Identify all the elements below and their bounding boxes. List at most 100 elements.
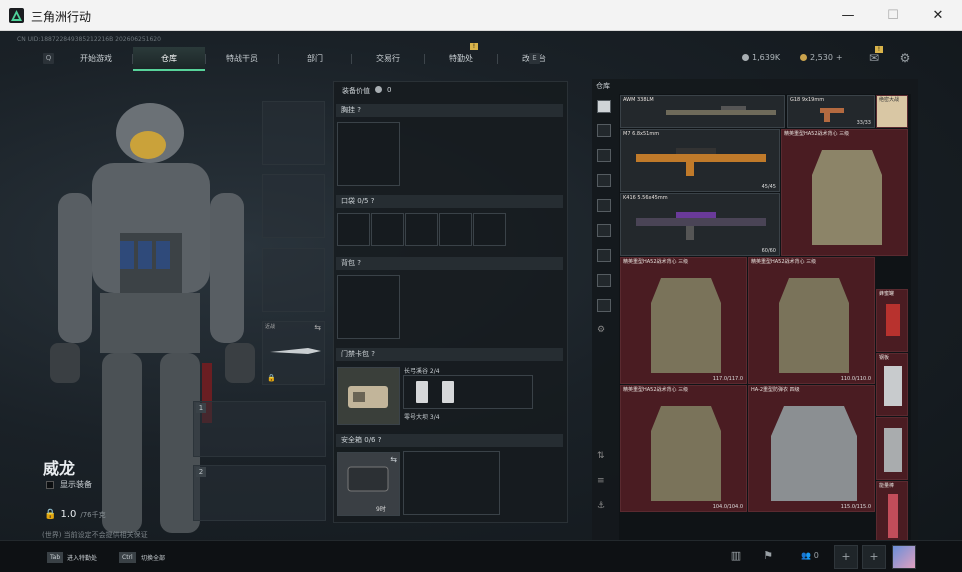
weight-display: 🔒 1.0 /76千克	[44, 509, 106, 520]
add-party-button[interactable]: +	[834, 545, 858, 569]
show-equipment-toggle[interactable]: 显示装备	[46, 479, 92, 490]
safe-box-grid[interactable]	[403, 451, 500, 515]
storage-tab-icon[interactable]	[597, 249, 611, 262]
pocket-cell[interactable]	[337, 213, 370, 246]
item-top-secret[interactable]: 绝密大战	[876, 95, 908, 128]
storage-tab-all-icon[interactable]	[597, 100, 611, 113]
item-name: 绝密大战	[879, 97, 900, 103]
keycard-item[interactable]	[442, 381, 454, 403]
help-icon[interactable]: ?	[357, 259, 361, 267]
item-name: 蜂蜜罐	[879, 291, 895, 297]
item-honey[interactable]: 蜂蜜罐	[876, 289, 908, 352]
backpack-slot[interactable]	[337, 275, 400, 339]
pocket-cell[interactable]	[405, 213, 438, 246]
storage-tab-icon[interactable]	[597, 299, 611, 312]
add-currency-button[interactable]: +	[836, 53, 843, 62]
item-plate[interactable]: 钢板	[876, 353, 908, 416]
gold-currency[interactable]: 2,530 +	[800, 53, 843, 62]
lock-icon: 🔒	[267, 374, 276, 382]
tab-start-game[interactable]: 开始游戏	[60, 47, 132, 71]
armor-slot[interactable]	[262, 174, 325, 238]
item-energy[interactable]: 能量棒	[876, 481, 908, 544]
backpack-header: 背包 ?	[336, 257, 563, 270]
settings-icon[interactable]: ⚙	[897, 50, 913, 66]
avatar[interactable]	[892, 545, 916, 569]
help-icon[interactable]: ?	[378, 436, 382, 444]
pocket-cell[interactable]	[439, 213, 472, 246]
item-m7[interactable]: M7 6.8x51mm 45/45	[620, 129, 780, 192]
notification-badge: !	[470, 43, 478, 50]
layers-icon[interactable]: ≡	[597, 476, 611, 489]
party-count-value: 0	[813, 551, 819, 560]
nav-right-key[interactable]: E	[529, 53, 540, 64]
storage-tab-icon[interactable]	[597, 124, 611, 137]
item-armor-ha52[interactable]: 精英重型HA52战术背心 三级 110.0/110.0	[748, 257, 875, 384]
item-armor-ha52[interactable]: 精英重型HA52战术背心 三级 104.0/104.0	[620, 385, 747, 512]
pocket-cell[interactable]	[473, 213, 506, 246]
help-icon[interactable]: ?	[357, 106, 361, 114]
storage-tab-icon[interactable]	[597, 224, 611, 237]
nav-left-key[interactable]: Q	[43, 53, 54, 64]
toggle-all[interactable]: 切换全部	[141, 553, 165, 562]
value-coin-icon	[375, 86, 382, 93]
party-icon: 👥	[801, 551, 812, 560]
pocket-cell[interactable]	[371, 213, 404, 246]
tab-department[interactable]: 部门	[279, 47, 351, 71]
tab-operators[interactable]: 特战干员	[206, 47, 278, 71]
bar-icon	[884, 428, 902, 472]
tab-trading[interactable]: 交易行	[352, 47, 424, 71]
weight-max: /76千克	[80, 510, 106, 519]
enter-special-ops[interactable]: 进入特勤处	[67, 553, 97, 562]
safe-box-slot[interactable]: ⇆ 9时	[337, 452, 400, 516]
keycard-label: 门禁卡包	[341, 350, 369, 358]
anchor-icon[interactable]: ⚓	[597, 501, 611, 514]
close-button[interactable]: ✕	[915, 0, 961, 31]
tab-warehouse[interactable]: 仓库	[133, 47, 205, 71]
sort-icon[interactable]: ⇅	[597, 451, 611, 464]
item-bar[interactable]	[876, 417, 908, 480]
item-k416[interactable]: K416 5.56x45mm 60/60	[620, 193, 780, 256]
keycard-case-slot[interactable]	[337, 367, 400, 425]
party-count[interactable]: 👥 0	[792, 545, 828, 569]
stats-icon[interactable]: ▥	[724, 545, 748, 569]
energy-icon	[888, 494, 898, 538]
storage-settings-icon[interactable]: ⚙	[597, 325, 611, 338]
mail-icon[interactable]: ✉ !	[866, 46, 883, 66]
help-icon[interactable]: ?	[371, 197, 375, 205]
item-awm[interactable]: AWM 338LM	[620, 95, 785, 128]
storage-tab-icon[interactable]	[597, 199, 611, 212]
item-armor-ha52[interactable]: 精英重型HA52战术背心 三级	[781, 129, 908, 256]
show-equipment-checkbox[interactable]	[46, 480, 54, 489]
keycard-map2: 零号大坝 3/4	[404, 414, 440, 421]
helmet-slot[interactable]	[262, 101, 325, 165]
storage-tab-icon[interactable]	[597, 174, 611, 187]
pistol-slot[interactable]	[262, 248, 325, 312]
keycard-item[interactable]	[416, 381, 428, 403]
item-durability: 104.0/104.0	[712, 504, 743, 510]
maximize-button[interactable]: ☐	[870, 0, 916, 31]
add-party-button[interactable]: +	[862, 545, 886, 569]
chest-rig-slot[interactable]	[337, 122, 400, 186]
tab-special-ops[interactable]: 特勤处 !	[425, 43, 497, 71]
silver-currency[interactable]: 1,639K	[742, 53, 780, 62]
weight-value: 1.0	[60, 509, 77, 520]
storage-tab-icon[interactable]	[597, 149, 611, 162]
swap-icon[interactable]: ⇆	[314, 323, 321, 332]
keycard-slots[interactable]	[403, 375, 533, 409]
pocket-count: 0/5	[357, 197, 369, 205]
storage-tab-icon[interactable]	[597, 274, 611, 287]
help-icon[interactable]: ?	[371, 350, 375, 358]
swap-icon[interactable]: ⇆	[390, 455, 397, 464]
secondary-weapon-slot[interactable]: 2	[193, 465, 326, 521]
primary-weapon-slot[interactable]: 1	[193, 401, 326, 457]
item-name: AWM 338LM	[623, 97, 654, 103]
flag-icon[interactable]: ⚑	[756, 545, 780, 569]
item-g18[interactable]: G18 9x19mm 33/33	[787, 95, 875, 128]
melee-slot[interactable]: 近战 ⇆ 🔒	[262, 321, 325, 385]
item-durability: 110.0/110.0	[840, 376, 871, 382]
minimize-button[interactable]: —	[825, 0, 871, 31]
item-armor-ha2[interactable]: HA-2重型防弹衣 四级 115.0/115.0	[748, 385, 875, 512]
chest-rig-header: 胸挂 ?	[336, 104, 563, 117]
item-armor-ha52[interactable]: 精英重型HA52战术背心 三级 117.0/117.0	[620, 257, 747, 384]
item-name: M7 6.8x51mm	[623, 131, 660, 137]
